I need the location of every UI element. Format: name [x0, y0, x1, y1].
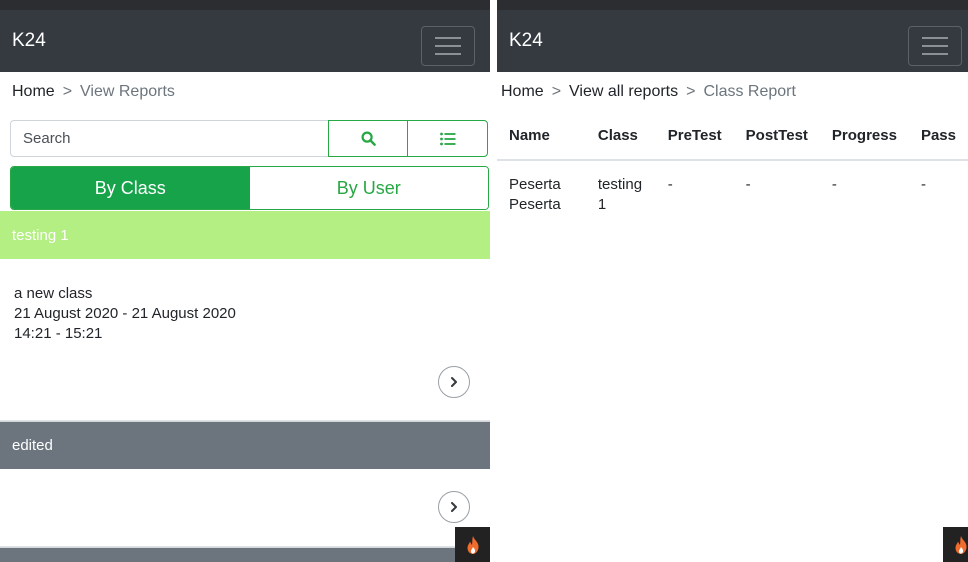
breadcrumb-view-all-reports[interactable]: View all reports: [569, 83, 678, 101]
breadcrumb: Home > View all reports > Class Report: [497, 72, 968, 112]
class-header-edited[interactable]: edited: [0, 421, 490, 469]
column-header-posttest[interactable]: PostTest: [733, 112, 820, 161]
search-input[interactable]: [10, 120, 332, 157]
chevron-right-icon: [451, 502, 457, 512]
column-header-pretest[interactable]: PreTest: [655, 112, 734, 161]
status-strip: [497, 0, 968, 10]
cell-pretest: -: [667, 176, 673, 193]
class-header-testing-1[interactable]: testing 1: [0, 211, 490, 259]
class-report-table: Name Class PreTest PostTest Progress Pas…: [497, 112, 968, 229]
search-button[interactable]: [328, 120, 408, 157]
search-bar: [10, 120, 488, 157]
cell-progress: -: [831, 176, 837, 193]
brand-logo[interactable]: K24: [509, 30, 543, 52]
open-class-button[interactable]: [438, 366, 470, 398]
class-time-range: 14:21 - 15:21: [14, 325, 103, 342]
class-header-partial[interactable]: [0, 547, 455, 562]
breadcrumb-separator: >: [686, 83, 696, 100]
list-view-button[interactable]: [407, 120, 488, 157]
navbar: K24: [497, 10, 968, 72]
hamburger-icon[interactable]: [908, 26, 962, 66]
breadcrumb-home[interactable]: Home: [12, 83, 55, 101]
class-list: testing 1 a new class 21 August 2020 - 2…: [0, 211, 490, 562]
hamburger-icon[interactable]: [421, 26, 475, 66]
chevron-right-icon: [451, 377, 457, 387]
cell-name: Peserta Peserta: [509, 176, 561, 213]
open-class-button[interactable]: [438, 491, 470, 523]
class-card-edited: [0, 469, 490, 547]
table-row[interactable]: Peserta Peserta testing 1 - - - -: [497, 160, 968, 229]
debug-badge[interactable]: [943, 527, 968, 562]
table-header-row: Name Class PreTest PostTest Progress Pas…: [497, 112, 968, 161]
cell-posttest: -: [745, 176, 751, 193]
column-header-pass[interactable]: Pass: [908, 112, 968, 161]
column-header-name[interactable]: Name: [497, 112, 586, 161]
breadcrumb-home[interactable]: Home: [501, 83, 544, 101]
breadcrumb: Home > View Reports: [0, 72, 490, 112]
fire-icon: [467, 535, 479, 554]
class-report-screen: K24 Home > View all reports > Class Repo…: [497, 0, 968, 562]
report-tabs: By Class By User: [10, 166, 489, 210]
breadcrumb-current: View Reports: [80, 83, 175, 100]
class-date-range: 21 August 2020 - 21 August 2020: [14, 305, 236, 322]
column-header-progress[interactable]: Progress: [819, 112, 909, 161]
view-reports-screen: K24 Home > View Reports Search By Class …: [0, 0, 490, 562]
list-icon: [439, 132, 455, 145]
breadcrumb-current: Class Report: [703, 83, 796, 100]
cell-pass: -: [920, 176, 926, 193]
brand-logo[interactable]: K24: [12, 30, 46, 52]
breadcrumb-separator: >: [62, 83, 73, 100]
search-icon: [360, 131, 376, 146]
class-card-a-new-class: a new class 21 August 2020 - 21 August 2…: [0, 259, 490, 421]
tab-by-user[interactable]: By User: [249, 167, 488, 209]
breadcrumb-separator: >: [551, 83, 562, 100]
class-name: a new class: [14, 285, 93, 302]
cell-class: testing 1: [597, 176, 643, 213]
debug-badge[interactable]: [455, 527, 490, 562]
tab-by-class[interactable]: By Class: [11, 167, 250, 209]
fire-icon: [955, 535, 967, 554]
column-header-class[interactable]: Class: [585, 112, 656, 161]
panel-divider: [490, 0, 497, 562]
navbar: K24: [0, 10, 490, 72]
status-strip: [0, 0, 490, 10]
